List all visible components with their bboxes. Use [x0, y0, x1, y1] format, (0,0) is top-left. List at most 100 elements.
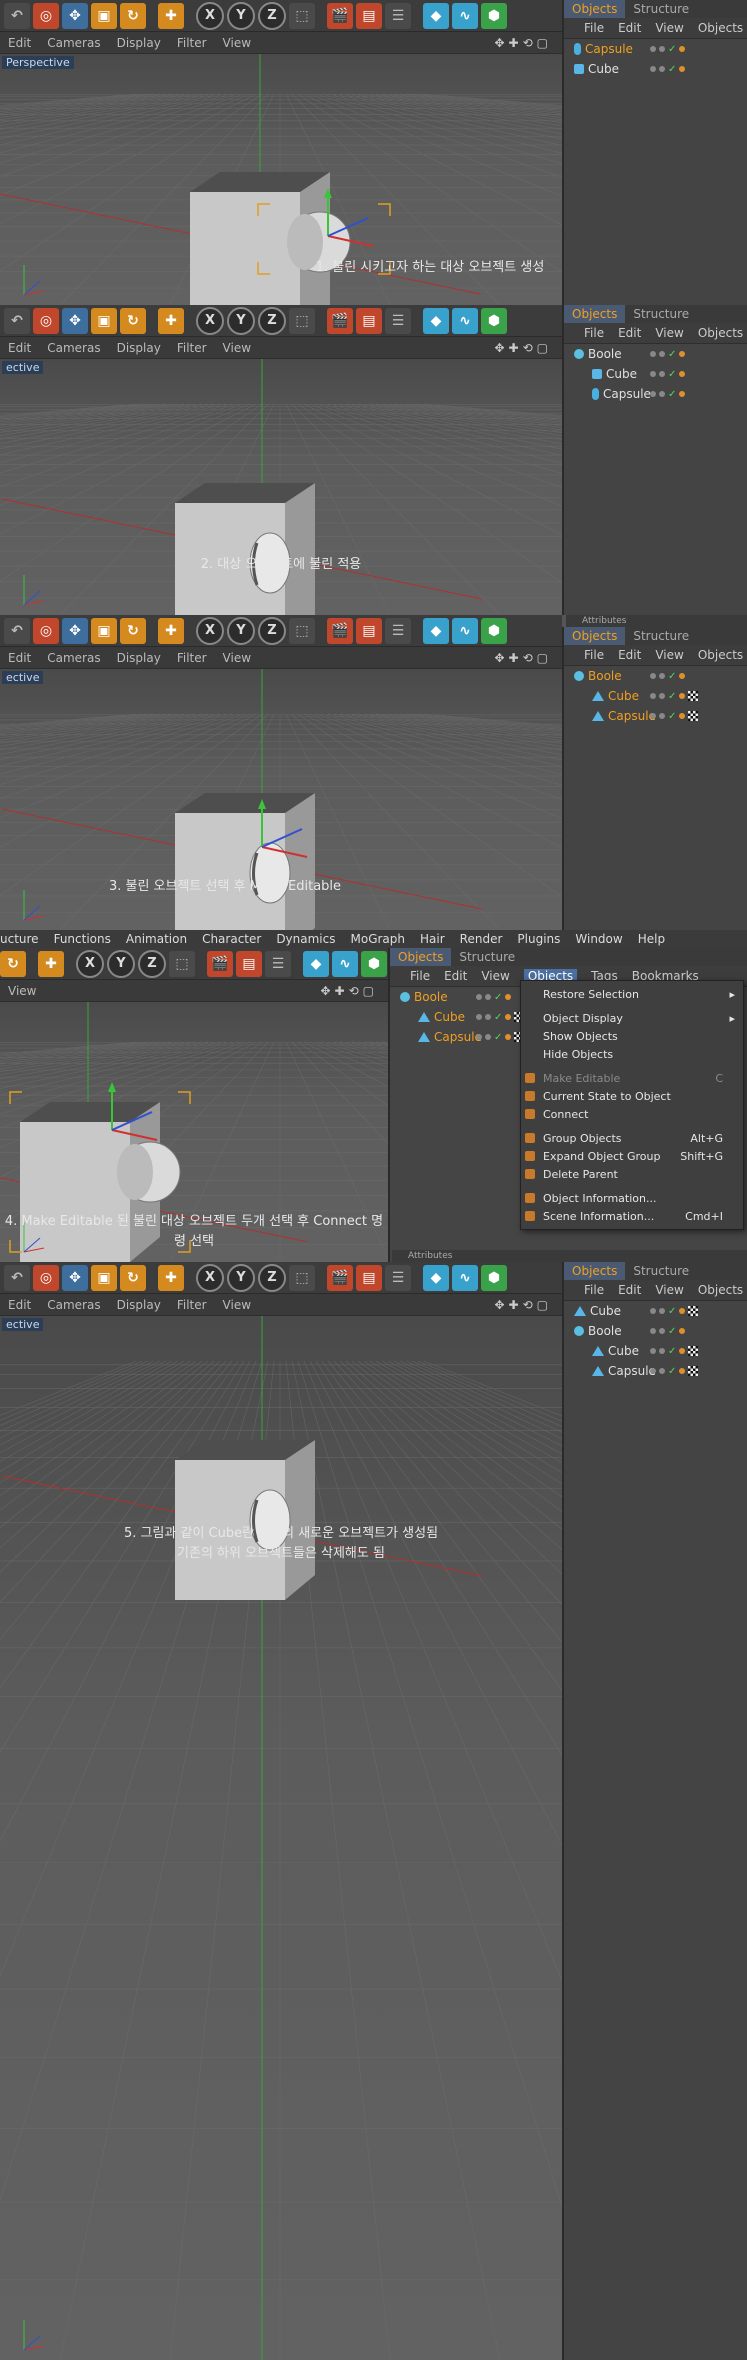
viewport-menu-view[interactable]: View: [223, 1298, 251, 1312]
coordinate-system-icon[interactable]: ⬚: [289, 1264, 315, 1291]
viewport-menu-display[interactable]: Display: [117, 1298, 161, 1312]
render-dot[interactable]: [659, 1328, 665, 1334]
main-menu-functions[interactable]: Functions: [54, 932, 111, 946]
axis-y-lock-button[interactable]: Y: [107, 949, 135, 978]
phong-tag-icon[interactable]: [679, 66, 686, 72]
recent-tool-icon[interactable]: ✚: [158, 307, 184, 334]
tab-structure[interactable]: Structure: [625, 0, 697, 18]
enable-check-icon[interactable]: ✓: [668, 711, 676, 722]
cube-primitive-icon[interactable]: ◆: [303, 950, 329, 977]
material-tag-icon[interactable]: [688, 1366, 699, 1376]
coordinate-system-icon[interactable]: ⬚: [289, 2, 315, 29]
scale-icon[interactable]: ▣: [91, 307, 117, 334]
main-menu-window[interactable]: Window: [575, 932, 622, 946]
object-row[interactable]: Capsule ✓: [564, 39, 747, 59]
enable-check-icon[interactable]: ✓: [668, 1326, 676, 1337]
phong-tag-icon[interactable]: [679, 673, 686, 679]
recent-tool-icon[interactable]: ✚: [158, 2, 184, 29]
phong-tag-icon[interactable]: [679, 693, 686, 699]
enable-check-icon[interactable]: ✓: [668, 64, 676, 75]
render-picture-viewer-icon[interactable]: ▤: [356, 2, 382, 29]
phong-tag-icon[interactable]: [679, 46, 686, 52]
attributes-tab-stub[interactable]: Attributes: [566, 615, 747, 627]
live-select-icon[interactable]: ◎: [33, 1264, 59, 1291]
move-icon[interactable]: ✥: [62, 2, 88, 29]
main-menu-plugins[interactable]: Plugins: [517, 932, 560, 946]
menu-item-current-state-to-object[interactable]: Current State to Object: [521, 1087, 743, 1105]
viewport-menu-view[interactable]: View: [223, 341, 251, 355]
visibility-dot[interactable]: [476, 994, 482, 1000]
object-menu-file[interactable]: File: [410, 969, 430, 983]
recent-tool-icon[interactable]: ✚: [158, 1264, 184, 1291]
phong-tag-icon[interactable]: [679, 1308, 686, 1314]
render-dot[interactable]: [659, 66, 665, 72]
main-menu-ucture[interactable]: ucture: [0, 932, 39, 946]
viewport-nav-icons[interactable]: ✥✚⟲▢: [494, 1298, 552, 1312]
object-row[interactable]: Boole ✓: [564, 1321, 747, 1341]
visibility-dot[interactable]: [650, 1328, 656, 1334]
spline-pen-icon[interactable]: ∿: [332, 950, 358, 977]
enable-check-icon[interactable]: ✓: [668, 44, 676, 55]
enable-check-icon[interactable]: ✓: [668, 1346, 676, 1357]
scale-icon[interactable]: ▣: [91, 2, 117, 29]
object-row[interactable]: Cube ✓: [564, 686, 747, 706]
viewport-nav-icons[interactable]: ✥✚⟲▢: [494, 36, 552, 50]
subdivision-icon[interactable]: ⬢: [481, 617, 507, 644]
object-menu-file[interactable]: File: [584, 326, 604, 340]
object-row[interactable]: Cube ✓: [564, 1301, 747, 1321]
cube-primitive-icon[interactable]: ◆: [423, 1264, 449, 1291]
material-tag-icon[interactable]: [688, 711, 699, 721]
cube-primitive-icon[interactable]: ◆: [423, 307, 449, 334]
material-tag-icon[interactable]: [688, 1346, 699, 1356]
viewport-menu-edit[interactable]: Edit: [8, 341, 31, 355]
render-settings-icon[interactable]: ☰: [385, 2, 411, 29]
axis-x-lock-button[interactable]: X: [196, 1263, 224, 1292]
coordinate-system-icon[interactable]: ⬚: [169, 950, 195, 977]
viewport-menu-display[interactable]: Display: [117, 36, 161, 50]
menu-item-restore-selection[interactable]: Restore Selection ▸: [521, 985, 743, 1003]
render-picture-viewer-icon[interactable]: ▤: [356, 617, 382, 644]
main-menu-hair[interactable]: Hair: [420, 932, 445, 946]
tab-structure[interactable]: Structure: [625, 1262, 697, 1280]
object-row[interactable]: Capsule ✓: [564, 1361, 747, 1381]
visibility-dot[interactable]: [650, 673, 656, 679]
render-view-icon[interactable]: 🎬: [327, 307, 353, 334]
object-row[interactable]: Boole ✓: [564, 344, 747, 364]
live-select-icon[interactable]: ◎: [33, 307, 59, 334]
object-menu-view[interactable]: View: [481, 969, 509, 983]
move-icon[interactable]: ✥: [62, 617, 88, 644]
subdivision-icon[interactable]: ⬢: [481, 2, 507, 29]
render-dot[interactable]: [485, 1014, 491, 1020]
visibility-dot[interactable]: [650, 713, 656, 719]
menu-item-connect[interactable]: Connect: [521, 1105, 743, 1123]
visibility-dot[interactable]: [650, 371, 656, 377]
render-settings-icon[interactable]: ☰: [265, 950, 291, 977]
visibility-dot[interactable]: [650, 1308, 656, 1314]
tab-structure[interactable]: Structure: [451, 948, 523, 966]
object-menu-edit[interactable]: Edit: [618, 648, 641, 662]
undo-icon[interactable]: ↶: [4, 2, 30, 29]
menu-item-object-display[interactable]: Object Display ▸: [521, 1009, 743, 1027]
object-row[interactable]: Boole ✓: [564, 666, 747, 686]
object-row[interactable]: Capsule ✓: [564, 706, 747, 726]
phong-tag-icon[interactable]: [679, 1368, 686, 1374]
viewport-menu-filter[interactable]: Filter: [177, 341, 207, 355]
visibility-dot[interactable]: [650, 1368, 656, 1374]
render-dot[interactable]: [659, 1348, 665, 1354]
tab-structure[interactable]: Structure: [625, 627, 697, 645]
render-view-icon[interactable]: 🎬: [327, 617, 353, 644]
render-dot[interactable]: [659, 391, 665, 397]
cube-primitive-icon[interactable]: ◆: [423, 2, 449, 29]
render-view-icon[interactable]: 🎬: [327, 2, 353, 29]
phong-tag-icon[interactable]: [679, 713, 686, 719]
visibility-dot[interactable]: [650, 1348, 656, 1354]
axis-x-lock-button[interactable]: X: [196, 306, 224, 335]
rotate-icon[interactable]: ↻: [120, 1264, 146, 1291]
visibility-dot[interactable]: [476, 1034, 482, 1040]
render-view-icon[interactable]: 🎬: [327, 1264, 353, 1291]
object-row[interactable]: Cube ✓: [564, 59, 747, 79]
spline-pen-icon[interactable]: ∿: [452, 617, 478, 644]
object-row[interactable]: Cube ✓: [564, 1341, 747, 1361]
coordinate-system-icon[interactable]: ⬚: [289, 307, 315, 334]
enable-check-icon[interactable]: ✓: [494, 1032, 502, 1043]
